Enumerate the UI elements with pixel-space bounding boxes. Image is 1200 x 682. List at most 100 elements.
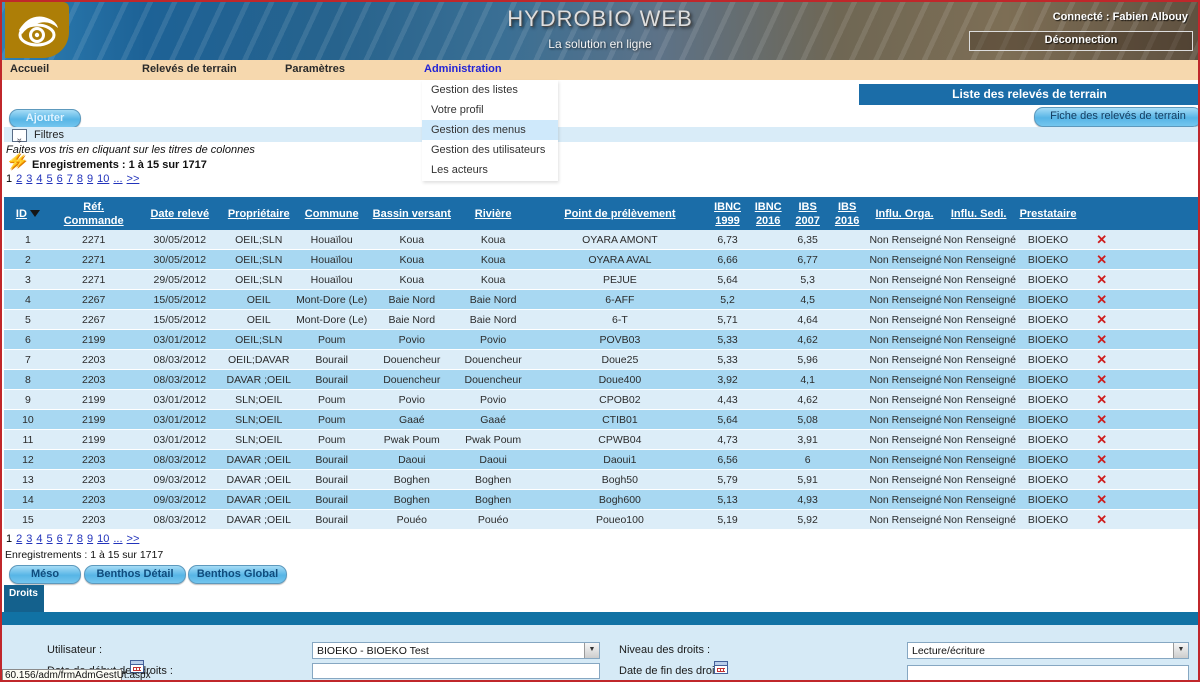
cell-ibs-2016	[827, 290, 868, 310]
menu-item-accueil[interactable]: Accueil	[10, 63, 49, 75]
col-ibs-2016[interactable]: IBS2016	[827, 197, 868, 230]
page-link[interactable]: >>	[127, 533, 140, 545]
dropdown-item-les-acteurs[interactable]: Les acteurs	[422, 160, 558, 180]
start-date-input[interactable]	[312, 663, 600, 679]
table-row[interactable]: 4226715/05/2012OEILMont-Dore (Le)Baie No…	[4, 290, 1200, 310]
delete-row-icon[interactable]: ✕	[1096, 332, 1107, 347]
page-link[interactable]: 2	[16, 533, 22, 545]
col-bassin-versant[interactable]: Bassin versant	[370, 197, 454, 230]
page-link[interactable]: 3	[26, 173, 32, 185]
delete-row-icon[interactable]: ✕	[1096, 392, 1107, 407]
table-row[interactable]: 1227130/05/2012OEIL;SLNHouaïlouKouaKouaO…	[4, 230, 1200, 250]
meso-button[interactable]: Méso	[9, 565, 81, 584]
page-link[interactable]: 5	[47, 173, 53, 185]
page-link[interactable]: 7	[67, 173, 73, 185]
col-commune[interactable]: Commune	[293, 197, 370, 230]
page-link[interactable]: 9	[87, 173, 93, 185]
page-link[interactable]: 10	[97, 533, 109, 545]
menu-item-parametres[interactable]: Paramètres	[285, 63, 345, 75]
col-influ-sedi[interactable]: Influ. Sedi.	[942, 197, 1016, 230]
table-row[interactable]: 9219903/01/2012SLN;OEILPoumPovioPovioCPO…	[4, 390, 1200, 410]
col-riviere[interactable]: Rivière	[454, 197, 533, 230]
page-link[interactable]: >>	[127, 173, 140, 185]
col-influ-orga[interactable]: Influ. Orga.	[867, 197, 941, 230]
filters-collapse-icon[interactable]: »	[12, 129, 27, 142]
table-row[interactable]: 7220308/03/2012OEIL;DAVARBourailDouenche…	[4, 350, 1200, 370]
page-link[interactable]: 3	[26, 533, 32, 545]
cell-influ-orga: Non Renseigné	[867, 510, 941, 530]
dropdown-item-gestion-des-listes[interactable]: Gestion des listes	[422, 80, 558, 100]
logout-button[interactable]: Déconnection	[969, 31, 1193, 51]
table-row[interactable]: 8220308/03/2012DAVAR ;OEILBourailDouench…	[4, 370, 1200, 390]
table-row[interactable]: 13220309/03/2012DAVAR ;OEILBourailBoghen…	[4, 470, 1200, 490]
page-link[interactable]: 10	[97, 173, 109, 185]
table-row[interactable]: 6219903/01/2012OEIL;SLNPoumPovioPovioPOV…	[4, 330, 1200, 350]
col-prestataire[interactable]: Prestataire	[1016, 197, 1081, 230]
page-link[interactable]: 5	[47, 533, 53, 545]
table-row[interactable]: 14220309/03/2012DAVAR ;OEILBourailBoghen…	[4, 490, 1200, 510]
table-row[interactable]: 2227130/05/2012OEIL;SLNHouaïlouKouaKouaO…	[4, 250, 1200, 270]
cell-ibnc-2016	[748, 470, 789, 490]
delete-row-icon[interactable]: ✕	[1096, 412, 1107, 427]
page-link[interactable]: 4	[36, 533, 42, 545]
table-row[interactable]: 11219903/01/2012SLN;OEILPoumPwak PoumPwa…	[4, 430, 1200, 450]
delete-row-icon[interactable]: ✕	[1096, 372, 1107, 387]
delete-row-icon[interactable]: ✕	[1096, 352, 1107, 367]
delete-row-icon[interactable]: ✕	[1096, 312, 1107, 327]
add-button[interactable]: Ajouter	[9, 109, 81, 128]
page-link[interactable]: 6	[57, 533, 63, 545]
page-link[interactable]: ...	[113, 173, 122, 185]
page-link[interactable]: 8	[77, 173, 83, 185]
menu-item-releves-de-terrain[interactable]: Relevés de terrain	[142, 63, 237, 75]
cell-influ-orga: Non Renseigné	[867, 430, 941, 450]
page-link[interactable]: 8	[77, 533, 83, 545]
table-row[interactable]: 3227129/05/2012OEIL;SLNHouaïlouKouaKouaP…	[4, 270, 1200, 290]
table-row[interactable]: 10219903/01/2012SLN;OEILPoumGaaéGaaéCTIB…	[4, 410, 1200, 430]
page-link[interactable]: ...	[113, 533, 122, 545]
col-id[interactable]: ID	[4, 197, 52, 230]
page-link[interactable]: 2	[16, 173, 22, 185]
table-row[interactable]: 5226715/05/2012OEILMont-Dore (Le)Baie No…	[4, 310, 1200, 330]
delete-row-icon[interactable]: ✕	[1096, 432, 1107, 447]
col-ibs-2007[interactable]: IBS2007	[789, 197, 827, 230]
dropdown-item-votre-profil[interactable]: Votre profil	[422, 100, 558, 120]
cell-delete: ✕	[1080, 430, 1200, 450]
menu-item-administration[interactable]: Administration	[424, 63, 502, 75]
rights-level-select[interactable]: Lecture/écriture ▼	[907, 642, 1189, 659]
delete-row-icon[interactable]: ✕	[1096, 512, 1107, 527]
table-row[interactable]: 12220308/03/2012DAVAR ;OEILBourailDaouiD…	[4, 450, 1200, 470]
benthos-global-button[interactable]: Benthos Global	[188, 565, 287, 584]
page-link[interactable]: 9	[87, 533, 93, 545]
col-ibnc-1999[interactable]: IBNC1999	[707, 197, 748, 230]
col-proprietaire[interactable]: Propriétaire	[224, 197, 293, 230]
col-point-prelevement[interactable]: Point de prélèvement	[533, 197, 708, 230]
dropdown-item-gestion-des-utilisateurs[interactable]: Gestion des utilisateurs	[422, 140, 558, 160]
table-row[interactable]: 15220308/03/2012DAVAR ;OEILBourailPouéoP…	[4, 510, 1200, 530]
calendar-icon[interactable]	[714, 661, 728, 674]
benthos-detail-button[interactable]: Benthos Détail	[84, 565, 186, 584]
delete-row-icon[interactable]: ✕	[1096, 252, 1107, 267]
col-ref-commande[interactable]: Réf. Commande	[52, 197, 136, 230]
pagination-bottom: 12345678910...>>	[6, 533, 143, 545]
col-date-releve[interactable]: Date relevé	[136, 197, 225, 230]
dropdown-item-gestion-des-menus[interactable]: Gestion des menus	[422, 120, 558, 140]
col-ibnc-2016[interactable]: IBNC2016	[748, 197, 789, 230]
tab-droits[interactable]: Droits	[4, 585, 44, 612]
delete-row-icon[interactable]: ✕	[1096, 452, 1107, 467]
delete-row-icon[interactable]: ✕	[1096, 492, 1107, 507]
delete-row-icon[interactable]: ✕	[1096, 472, 1107, 487]
chevron-down-icon[interactable]: ▼	[584, 643, 599, 658]
cell-ibs-2007: 5,92	[789, 510, 827, 530]
page-link[interactable]: 7	[67, 533, 73, 545]
fiche-releves-button[interactable]: Fiche des relevés de terrain	[1034, 107, 1200, 127]
cell-influ-orga: Non Renseigné	[867, 370, 941, 390]
delete-row-icon[interactable]: ✕	[1096, 272, 1107, 287]
cell-proprietaire: DAVAR ;OEIL	[224, 510, 293, 530]
delete-row-icon[interactable]: ✕	[1096, 232, 1107, 247]
user-select[interactable]: BIOEKO - BIOEKO Test ▼	[312, 642, 600, 659]
end-date-input[interactable]	[907, 665, 1189, 681]
page-link[interactable]: 6	[57, 173, 63, 185]
delete-row-icon[interactable]: ✕	[1096, 292, 1107, 307]
page-link[interactable]: 4	[36, 173, 42, 185]
chevron-down-icon[interactable]: ▼	[1173, 643, 1188, 658]
